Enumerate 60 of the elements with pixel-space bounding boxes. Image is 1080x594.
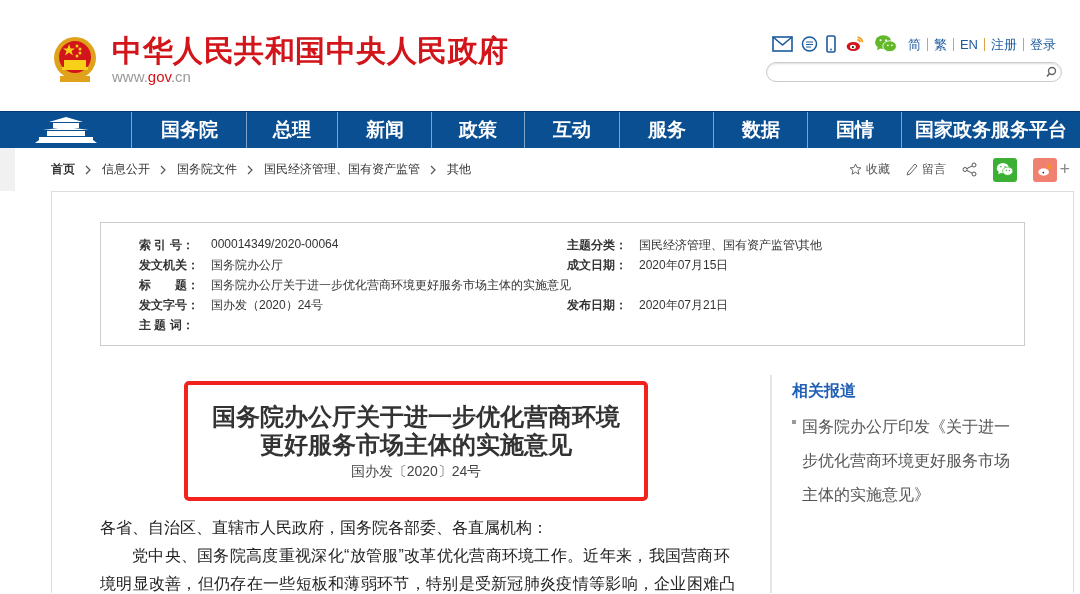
header-link[interactable]: 简 bbox=[905, 37, 927, 51]
nav-tab[interactable]: 总理 bbox=[247, 112, 338, 148]
national-emblem-icon bbox=[52, 36, 98, 84]
favorite-link[interactable]: 收藏 bbox=[866, 161, 891, 178]
nav-tab[interactable]: 服务 bbox=[620, 112, 714, 148]
nav-tab[interactable]: 互动 bbox=[525, 112, 620, 148]
field-value: 国务院办公厅 bbox=[211, 256, 283, 274]
chevron-icon bbox=[85, 164, 92, 175]
field-value: 国民经济管理、国有资产监管\其他 bbox=[639, 236, 823, 254]
breadcrumb-link[interactable]: 国务院文件 bbox=[177, 161, 237, 178]
nav-tab[interactable]: 政策 bbox=[432, 112, 525, 148]
breadcrumb-link[interactable]: 首页 bbox=[51, 161, 75, 178]
field-label: 标 题： bbox=[139, 276, 200, 294]
field-value: 2020年07月15日 bbox=[639, 256, 729, 274]
header-link[interactable]: 注册 bbox=[984, 37, 1023, 51]
breadcrumb-link[interactable]: 其他 bbox=[447, 161, 471, 178]
nav-tab[interactable]: 国务院 bbox=[132, 112, 247, 148]
site-title: 中华人民共和国中央人民政府 bbox=[112, 34, 509, 68]
comment-link[interactable]: 留言 bbox=[922, 161, 947, 178]
chevron-icon bbox=[430, 164, 437, 175]
field-label: 成文日期： bbox=[567, 256, 628, 274]
wechat-share-icon[interactable] bbox=[993, 157, 1018, 182]
more-button[interactable]: + bbox=[1059, 159, 1070, 180]
related-link[interactable]: 国务院办公厅印发《关于进一步优化营商环境更好服务市场主体的实施意见》 bbox=[802, 410, 1012, 512]
salutation: 各省、自治区、直辖市人民政府，国务院各部委、各直属机构： bbox=[100, 518, 549, 538]
message-icon[interactable] bbox=[800, 35, 818, 53]
nav-tab[interactable]: 国家政务服务平台 bbox=[902, 112, 1080, 148]
phone-icon[interactable] bbox=[825, 35, 836, 53]
header-link[interactable]: 繁 bbox=[926, 37, 953, 51]
header-link[interactable]: 登录 bbox=[1023, 37, 1062, 51]
breadcrumb-link[interactable]: 国民经济管理、国有资产监管 bbox=[264, 161, 420, 178]
chevron-icon bbox=[160, 164, 167, 175]
nav-tab[interactable]: 数据 bbox=[714, 112, 808, 148]
header-link[interactable]: EN bbox=[952, 37, 984, 51]
field-label: 主 题 词： bbox=[139, 316, 195, 334]
article-title: 国务院办公厅关于进一步优化营商环境 更好服务市场主体的实施意见 bbox=[212, 403, 620, 459]
field-value: 国办发（2020）24号 bbox=[211, 296, 324, 314]
site-url: www.gov.cn bbox=[112, 68, 192, 86]
chevron-icon bbox=[247, 164, 254, 175]
nav-tab[interactable]: 新闻 bbox=[338, 112, 432, 148]
share-icon[interactable] bbox=[962, 162, 978, 177]
search-icon[interactable] bbox=[1045, 66, 1057, 78]
star-icon[interactable] bbox=[849, 163, 863, 176]
related-heading: 相关报道 bbox=[792, 381, 857, 401]
field-value: 国务院办公厅关于进一步优化营商环境更好服务市场主体的实施意见 bbox=[211, 276, 571, 294]
field-label: 发布日期： bbox=[567, 296, 628, 314]
breadcrumb-link[interactable]: 信息公开 bbox=[102, 161, 150, 178]
pencil-icon[interactable] bbox=[906, 163, 919, 176]
field-value: 2020年07月21日 bbox=[639, 296, 729, 314]
field-label: 索 引 号： bbox=[139, 236, 195, 254]
article-paragraph: 党中央、国务院高度重视深化“放管服”改革优化营商环境工作。近年来，我国营商环境明显改善，但仍存在一些短板和薄弱环节，特别是受新冠肺炎疫情等影响，企业困难凸 bbox=[100, 546, 737, 593]
document-number: 国办发〔2020〕24号 bbox=[350, 463, 482, 481]
field-label: 发文机关： bbox=[139, 256, 200, 274]
nav-tab[interactable]: 国情 bbox=[808, 112, 902, 148]
bullet-icon bbox=[792, 420, 796, 424]
field-value: 000014349/2020-00064 bbox=[211, 236, 339, 253]
gate-tower-icon[interactable] bbox=[34, 116, 97, 144]
field-label: 主题分类： bbox=[567, 236, 628, 254]
field-label: 发文字号： bbox=[139, 296, 200, 314]
mail-icon[interactable] bbox=[771, 36, 793, 52]
